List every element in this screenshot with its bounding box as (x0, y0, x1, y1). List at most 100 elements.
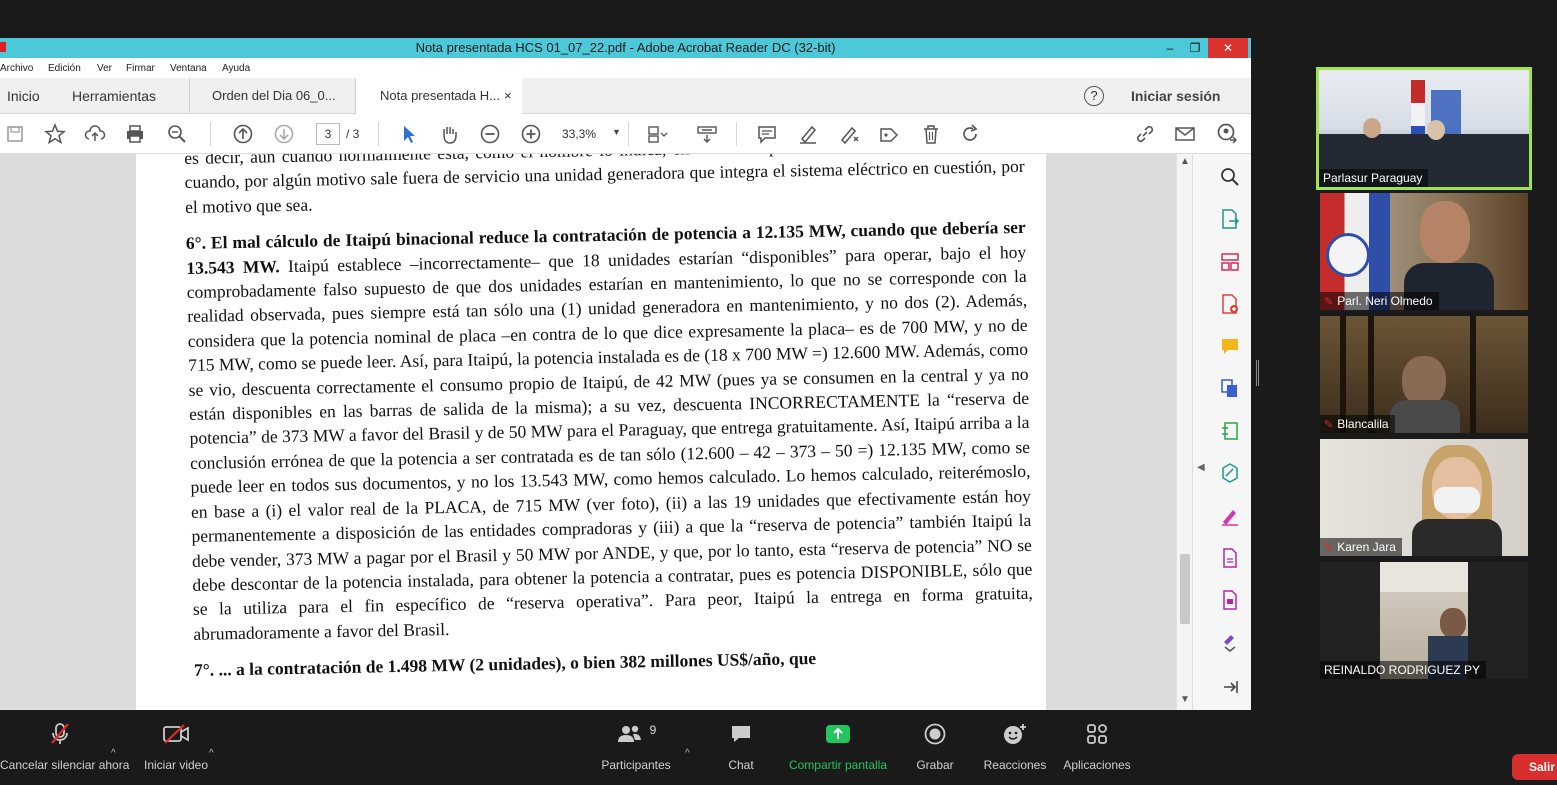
unmute-button[interactable]: Cancelar silenciar ahora (0, 710, 129, 772)
chat-button[interactable]: Chat (716, 710, 766, 772)
video-off-icon (138, 710, 214, 758)
menu-ayuda[interactable]: Ayuda (222, 63, 250, 74)
document-viewport[interactable]: es decir, aún cuando normalmente está, c… (0, 154, 1176, 710)
zoom-in-icon[interactable] (520, 123, 542, 145)
participant-tile-neri-olmedo[interactable]: ✎ Parl. Neri Olmedo (1320, 193, 1528, 310)
reactions-label: Reacciones (983, 758, 1047, 772)
collapse-right-icon[interactable] (1219, 676, 1241, 698)
participant-tile-parlasur[interactable]: Parlasur Paraguay (1316, 67, 1532, 190)
hand-tool-icon[interactable] (438, 123, 460, 145)
audio-options-caret-icon[interactable]: ^ (111, 748, 116, 759)
comment-side-icon[interactable] (1219, 335, 1241, 357)
fill-sign-icon[interactable] (1219, 505, 1241, 527)
help-icon[interactable]: ? (1084, 86, 1104, 106)
record-button[interactable]: Grabar (910, 710, 960, 772)
chat-icon (716, 710, 766, 758)
draw-sign-icon[interactable] (838, 123, 860, 145)
protect-pdf-icon[interactable] (1219, 589, 1241, 611)
search-icon[interactable] (1219, 166, 1241, 188)
participant-tile-reinaldo-rodriguez[interactable]: REINALDO RODRIGUEZ PY (1320, 562, 1528, 679)
acrobat-window: Nota presentada HCS 01_07_22.pdf - Adobe… (0, 38, 1251, 710)
help-icon-glyph: ? (1090, 88, 1098, 103)
combine-files-icon[interactable] (1219, 377, 1241, 399)
previous-page-icon[interactable] (232, 123, 254, 145)
record-label: Grabar (916, 758, 954, 772)
page-total: / 3 (346, 127, 360, 141)
compress-pdf-icon[interactable] (1219, 420, 1241, 442)
chevron-down-icon[interactable]: ▼ (612, 127, 621, 137)
paragraph-5-end: es decir, aún cuando normalmente está, c… (184, 154, 1025, 217)
menu-ver[interactable]: Ver (97, 63, 112, 74)
zoom-level-select[interactable]: 33,3% (562, 127, 596, 141)
participant-tile-blancalila[interactable]: ✎ Blancalila (1320, 316, 1528, 433)
scrollbar-thumb[interactable] (1180, 554, 1190, 624)
bookmark-star-icon[interactable] (44, 123, 66, 145)
reactions-button[interactable]: Reacciones (982, 710, 1048, 772)
menu-bar: Archivo Edición Ver Firmar Ventana Ayuda (0, 58, 1251, 78)
share-user-icon[interactable] (1215, 123, 1238, 145)
trash-icon[interactable] (920, 123, 942, 145)
apps-button[interactable]: Aplicaciones (1060, 710, 1134, 772)
participant-tile-karen-jara[interactable]: ✎ Karen Jara (1320, 439, 1528, 556)
participants-options-caret-icon[interactable]: ^ (685, 748, 690, 759)
close-window-button[interactable]: ✕ (1208, 38, 1248, 58)
maximize-button[interactable]: ❐ (1180, 38, 1210, 58)
save-icon[interactable] (4, 123, 26, 145)
tab-document-orden[interactable]: Orden del Dia 06_0... (189, 78, 355, 114)
title-bar: Nota presentada HCS 01_07_22.pdf - Adobe… (0, 38, 1251, 58)
send-review-icon[interactable] (1219, 547, 1241, 569)
menu-archivo[interactable]: Archivo (0, 63, 33, 74)
menu-ventana[interactable]: Ventana (170, 63, 207, 74)
tab-document-nota[interactable]: Nota presentada H... × (355, 78, 522, 115)
comment-icon[interactable] (756, 123, 778, 145)
vertical-scrollbar[interactable]: ▲ ▼ (1176, 154, 1192, 710)
tab-home[interactable]: Inicio (7, 78, 40, 114)
paragraph-6-body: Itaipú establece –incorrectamente– que 1… (186, 241, 1033, 644)
leave-meeting-button[interactable]: Salir (1512, 754, 1557, 780)
print-icon[interactable] (124, 123, 146, 145)
tab-tools[interactable]: Herramientas (72, 78, 156, 114)
split-divider-handle[interactable] (1256, 360, 1259, 386)
select-cursor-icon[interactable] (398, 123, 420, 145)
tab-bar: Inicio Herramientas Orden del Dia 06_0..… (0, 78, 1251, 115)
toolbar: 3 / 3 33,3% ▼ (0, 114, 1251, 154)
record-icon (910, 710, 960, 758)
upload-cloud-icon[interactable] (84, 123, 106, 145)
paragraph-7-start: 7°. ... a la contratación de 1.498 MW (2… (194, 642, 1034, 683)
export-pdf-icon[interactable] (1219, 208, 1241, 230)
next-page-icon[interactable] (273, 123, 295, 145)
tools-side-panel: ◀ (1192, 154, 1251, 710)
participant-name: ✎ Parl. Neri Olmedo (1320, 292, 1439, 310)
highlight-pen-icon[interactable] (797, 123, 819, 145)
menu-edicion[interactable]: Edición (48, 63, 81, 74)
page-number-input[interactable]: 3 (316, 123, 340, 145)
sign-in-button[interactable]: Iniciar sesión (1131, 78, 1220, 114)
participants-icon (617, 725, 641, 742)
rotate-icon[interactable] (959, 123, 981, 145)
close-tab-icon[interactable]: × (504, 78, 512, 114)
scroll-mode-icon[interactable] (696, 123, 718, 145)
participants-count: 9 (649, 723, 657, 737)
email-icon[interactable] (1174, 123, 1196, 145)
page-display-icon[interactable] (646, 123, 668, 145)
participants-button[interactable]: 9 Participantes (598, 710, 674, 772)
tab-document-orden-label: Orden del Dia 06_0... (212, 88, 336, 103)
start-video-button[interactable]: Iniciar video (138, 710, 214, 772)
zoom-out-icon[interactable] (479, 123, 501, 145)
link-icon[interactable] (1134, 123, 1156, 145)
video-options-caret-icon[interactable]: ^ (209, 748, 214, 759)
organize-pages-icon[interactable] (1219, 251, 1241, 273)
scroll-down-icon[interactable]: ▼ (1180, 694, 1190, 705)
more-tools-icon[interactable] (1219, 630, 1241, 652)
share-screen-button[interactable]: Compartir pantalla (784, 710, 892, 772)
collapse-panel-icon[interactable]: ◀ (1197, 462, 1205, 473)
stamp-icon[interactable] (878, 123, 900, 145)
start-video-label: Iniciar video (143, 758, 209, 772)
menu-firmar[interactable]: Firmar (126, 63, 155, 74)
edit-pdf-icon[interactable] (1219, 462, 1241, 484)
create-pdf-icon[interactable] (1219, 293, 1241, 315)
search-zoom-icon[interactable] (166, 123, 188, 145)
muted-mic-icon: ✎ (1324, 296, 1334, 308)
scroll-up-icon[interactable]: ▲ (1180, 156, 1190, 167)
muted-mic-icon: ✎ (1324, 542, 1334, 554)
